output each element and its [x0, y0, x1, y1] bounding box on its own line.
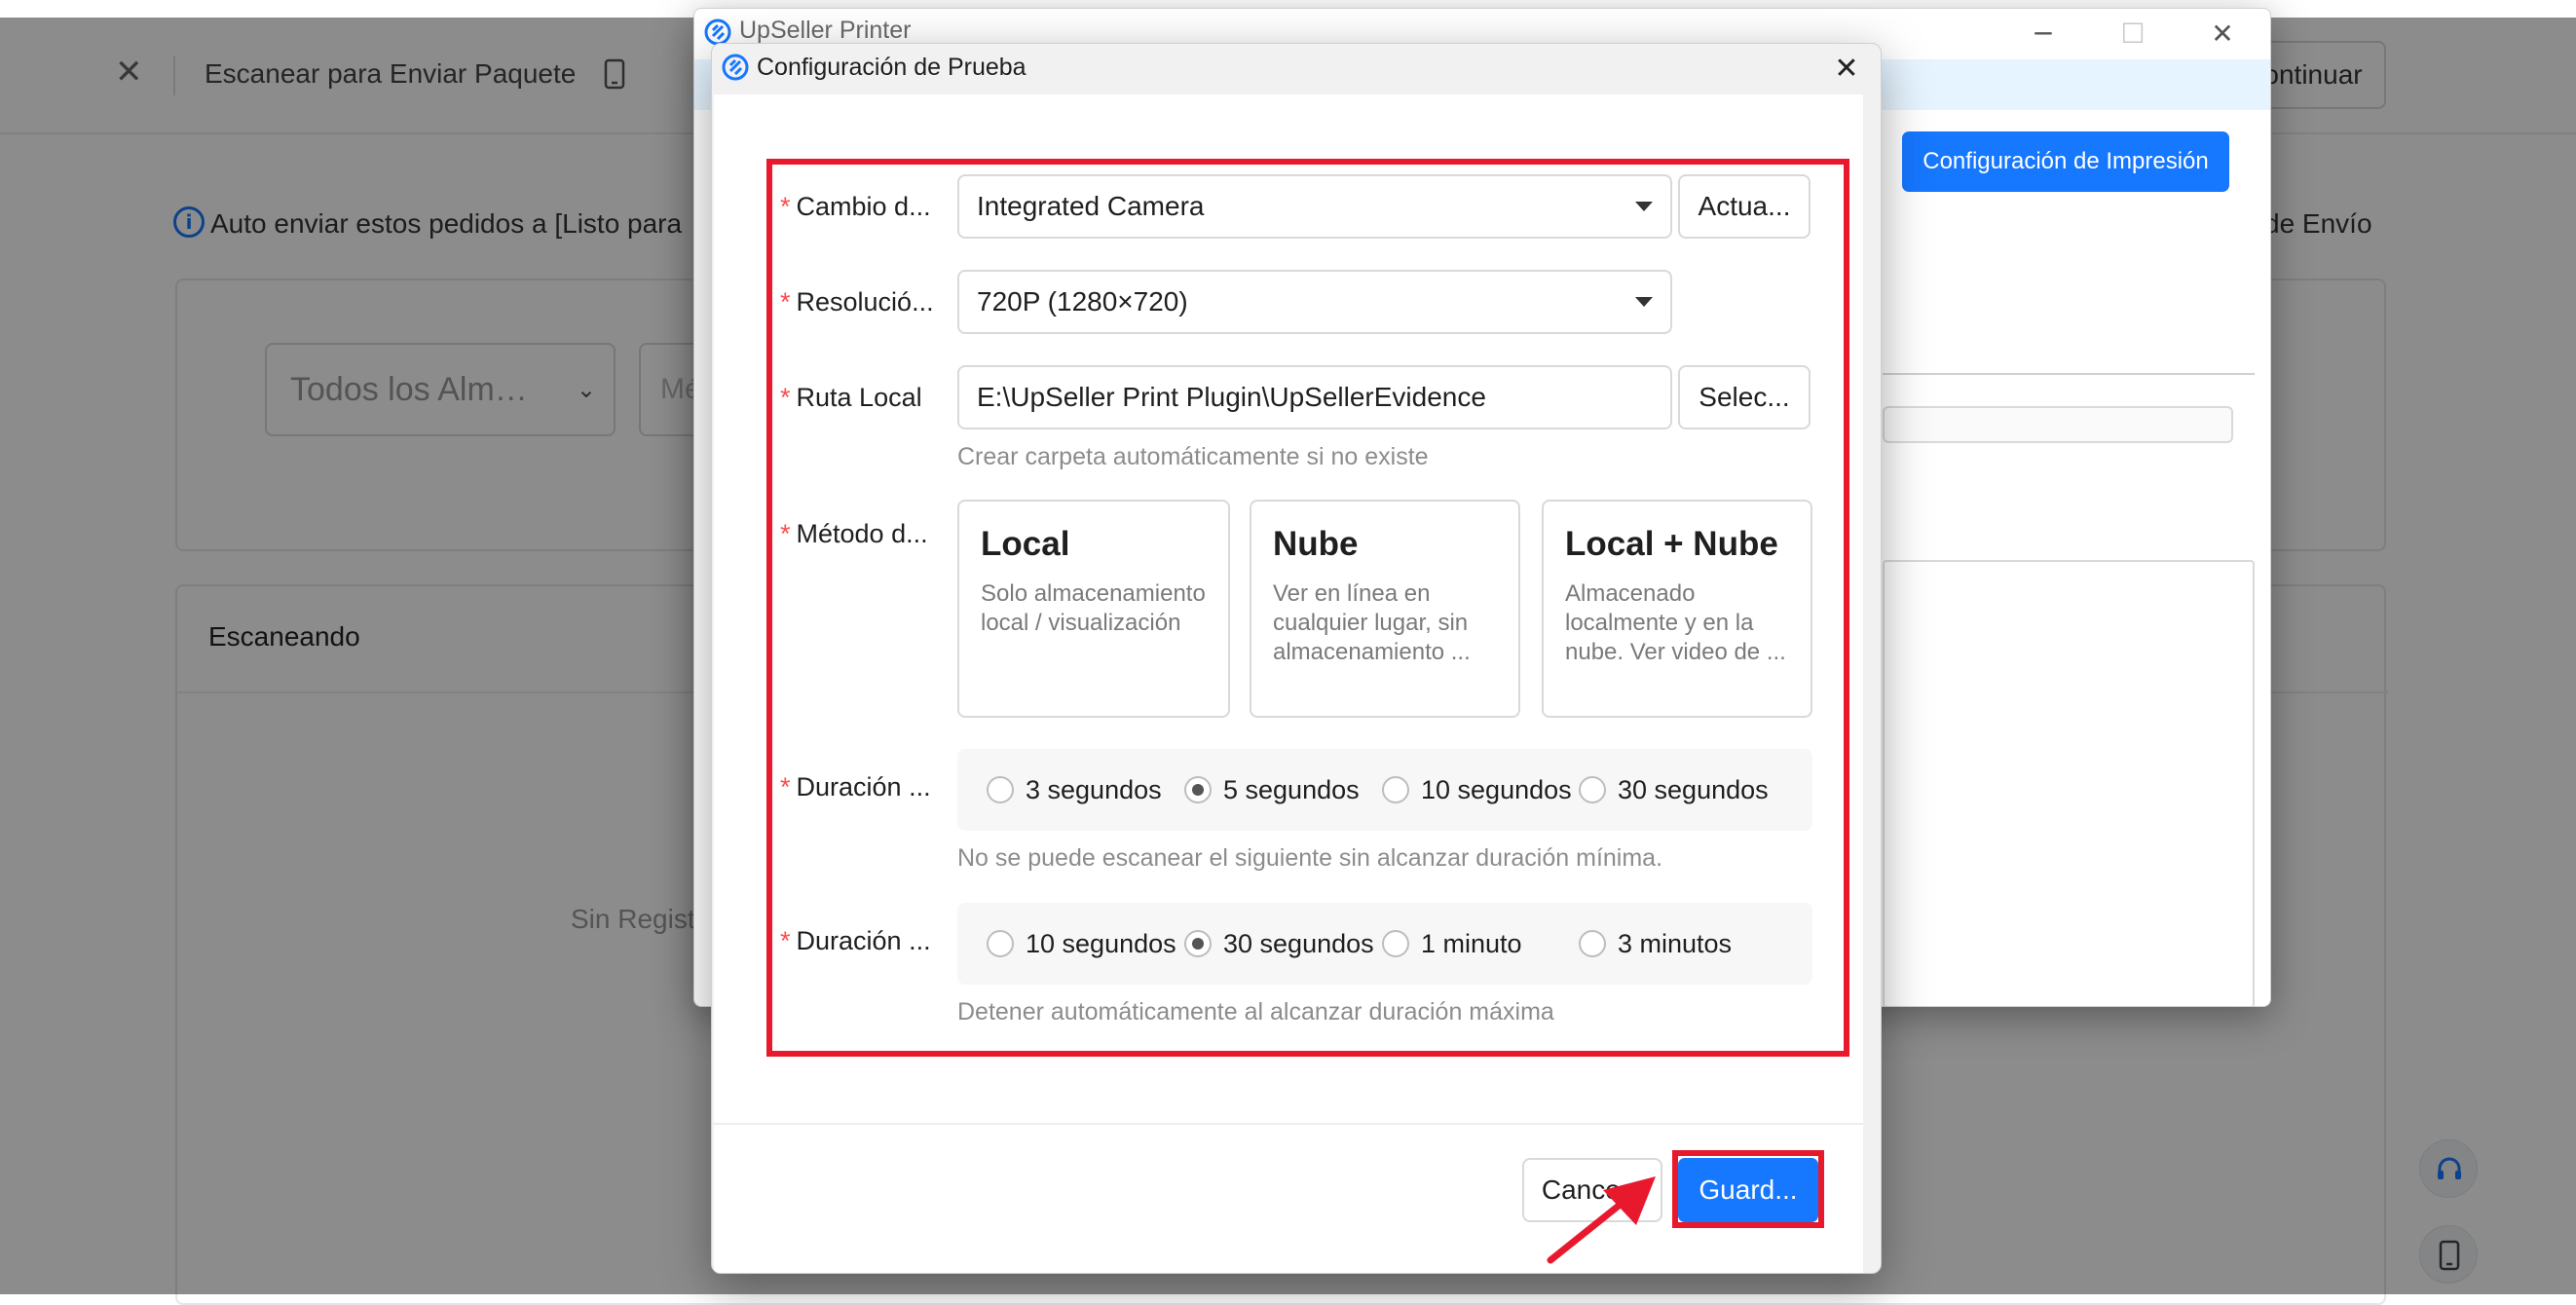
window-close-button[interactable]: ✕: [2179, 9, 2266, 59]
annotation-arrow-icon: [1547, 1176, 1656, 1264]
upseller-logo-icon: [704, 19, 731, 46]
dialog-title: Configuración de Prueba: [757, 54, 1027, 81]
settings-highlight-box: [766, 159, 1849, 1057]
printer-window-title: UpSeller Printer: [739, 17, 912, 44]
print-settings-button[interactable]: Configuración de Impresión: [1902, 131, 2229, 192]
printer-divider: [1883, 373, 2255, 375]
printer-list-panel: [1883, 560, 2255, 1006]
close-icon[interactable]: ✕: [1822, 48, 1871, 91]
test-config-dialog: Configuración de Prueba ✕ * Cambio d... I…: [711, 43, 1882, 1274]
dialog-body: * Cambio d... Integrated Camera Actua... …: [714, 94, 1863, 1273]
maximize-button[interactable]: ☐: [2089, 9, 2177, 59]
printer-progress-field: [1883, 406, 2233, 443]
minimize-button[interactable]: ─: [1999, 9, 2087, 59]
upseller-logo-icon: [722, 54, 749, 81]
footer-divider: [714, 1123, 1863, 1125]
save-highlight-box: [1672, 1150, 1824, 1228]
